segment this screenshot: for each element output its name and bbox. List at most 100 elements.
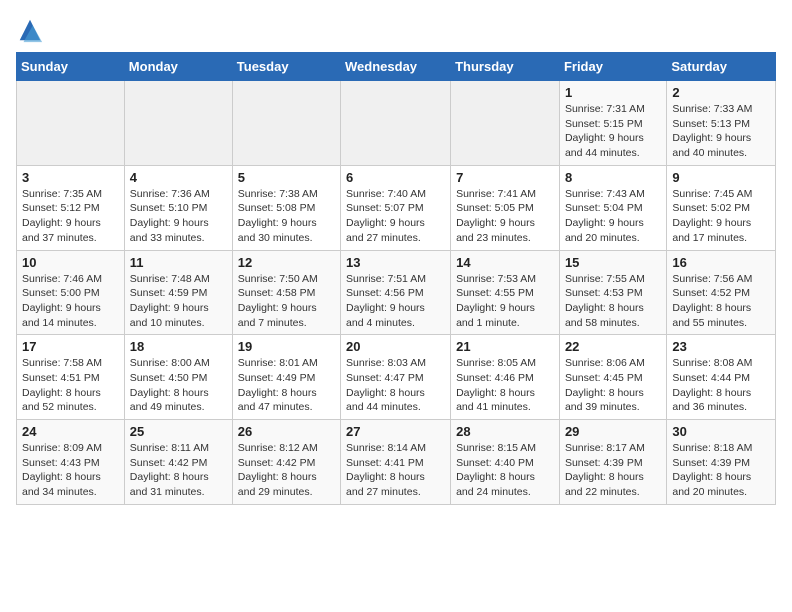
day-number: 30	[672, 424, 770, 439]
day-number: 21	[456, 339, 554, 354]
calendar-cell: 21 Sunrise: 8:05 AM Sunset: 4:46 PM Dayli…	[451, 335, 560, 420]
day-info: Sunrise: 8:01 AM Sunset: 4:49 PM Dayligh…	[238, 356, 335, 415]
day-header-wednesday: Wednesday	[341, 53, 451, 81]
day-number: 19	[238, 339, 335, 354]
calendar-cell	[232, 81, 340, 166]
day-info: Sunrise: 8:05 AM Sunset: 4:46 PM Dayligh…	[456, 356, 554, 415]
day-info: Sunrise: 7:53 AM Sunset: 4:55 PM Dayligh…	[456, 272, 554, 331]
day-number: 6	[346, 170, 445, 185]
calendar-cell: 28 Sunrise: 8:15 AM Sunset: 4:40 PM Dayli…	[451, 420, 560, 505]
calendar-week-row: 24 Sunrise: 8:09 AM Sunset: 4:43 PM Dayli…	[17, 420, 776, 505]
day-info: Sunrise: 8:09 AM Sunset: 4:43 PM Dayligh…	[22, 441, 119, 500]
calendar-header-row: SundayMondayTuesdayWednesdayThursdayFrid…	[17, 53, 776, 81]
calendar-cell: 4Sunrise: 7:36 AM Sunset: 5:10 PM Daylig…	[124, 165, 232, 250]
day-number: 16	[672, 255, 770, 270]
calendar-cell: 15Sunrise: 7:55 AM Sunset: 4:53 PM Dayli…	[559, 250, 666, 335]
day-number: 8	[565, 170, 661, 185]
day-info: Sunrise: 7:56 AM Sunset: 4:52 PM Dayligh…	[672, 272, 770, 331]
day-number: 17	[22, 339, 119, 354]
calendar-cell: 11Sunrise: 7:48 AM Sunset: 4:59 PM Dayli…	[124, 250, 232, 335]
day-number: 28	[456, 424, 554, 439]
day-number: 14	[456, 255, 554, 270]
day-info: Sunrise: 8:12 AM Sunset: 4:42 PM Dayligh…	[238, 441, 335, 500]
day-number: 23	[672, 339, 770, 354]
day-info: Sunrise: 7:31 AM Sunset: 5:15 PM Dayligh…	[565, 102, 661, 161]
calendar-week-row: 1 Sunrise: 7:31 AM Sunset: 5:15 PM Daylig…	[17, 81, 776, 166]
day-number: 27	[346, 424, 445, 439]
calendar-cell	[451, 81, 560, 166]
day-number: 10	[22, 255, 119, 270]
day-number: 24	[22, 424, 119, 439]
day-info: Sunrise: 8:15 AM Sunset: 4:40 PM Dayligh…	[456, 441, 554, 500]
day-number: 22	[565, 339, 661, 354]
calendar-cell: 3 Sunrise: 7:35 AM Sunset: 5:12 PM Daylig…	[17, 165, 125, 250]
day-info: Sunrise: 7:41 AM Sunset: 5:05 PM Dayligh…	[456, 187, 554, 246]
day-number: 15	[565, 255, 661, 270]
day-number: 5	[238, 170, 335, 185]
day-info: Sunrise: 7:51 AM Sunset: 4:56 PM Dayligh…	[346, 272, 445, 331]
day-info: Sunrise: 7:38 AM Sunset: 5:08 PM Dayligh…	[238, 187, 335, 246]
calendar-cell: 14 Sunrise: 7:53 AM Sunset: 4:55 PM Dayli…	[451, 250, 560, 335]
calendar-cell: 17 Sunrise: 7:58 AM Sunset: 4:51 PM Dayli…	[17, 335, 125, 420]
day-number: 25	[130, 424, 227, 439]
calendar-cell: 26 Sunrise: 8:12 AM Sunset: 4:42 PM Dayli…	[232, 420, 340, 505]
calendar-cell: 25 Sunrise: 8:11 AM Sunset: 4:42 PM Dayli…	[124, 420, 232, 505]
day-info: Sunrise: 7:35 AM Sunset: 5:12 PM Dayligh…	[22, 187, 119, 246]
calendar-cell: 8 Sunrise: 7:43 AM Sunset: 5:04 PM Daylig…	[559, 165, 666, 250]
day-info: Sunrise: 7:58 AM Sunset: 4:51 PM Dayligh…	[22, 356, 119, 415]
day-info: Sunrise: 7:50 AM Sunset: 4:58 PM Dayligh…	[238, 272, 335, 331]
calendar-cell: 10 Sunrise: 7:46 AM Sunset: 5:00 PM Dayli…	[17, 250, 125, 335]
day-header-sunday: Sunday	[17, 53, 125, 81]
calendar-cell	[17, 81, 125, 166]
calendar-cell: 7 Sunrise: 7:41 AM Sunset: 5:05 PM Daylig…	[451, 165, 560, 250]
header	[16, 16, 776, 44]
day-info: Sunrise: 7:46 AM Sunset: 5:00 PM Dayligh…	[22, 272, 119, 331]
calendar-week-row: 17 Sunrise: 7:58 AM Sunset: 4:51 PM Dayli…	[17, 335, 776, 420]
day-number: 9	[672, 170, 770, 185]
day-info: Sunrise: 7:40 AM Sunset: 5:07 PM Dayligh…	[346, 187, 445, 246]
calendar-cell: 22 Sunrise: 8:06 AM Sunset: 4:45 PM Dayli…	[559, 335, 666, 420]
calendar-cell: 27Sunrise: 8:14 AM Sunset: 4:41 PM Dayli…	[341, 420, 451, 505]
day-info: Sunrise: 8:17 AM Sunset: 4:39 PM Dayligh…	[565, 441, 661, 500]
day-info: Sunrise: 8:11 AM Sunset: 4:42 PM Dayligh…	[130, 441, 227, 500]
day-info: Sunrise: 7:43 AM Sunset: 5:04 PM Dayligh…	[565, 187, 661, 246]
day-number: 29	[565, 424, 661, 439]
calendar-cell	[124, 81, 232, 166]
calendar-cell	[341, 81, 451, 166]
day-info: Sunrise: 7:33 AM Sunset: 5:13 PM Dayligh…	[672, 102, 770, 161]
day-header-tuesday: Tuesday	[232, 53, 340, 81]
calendar-cell: 1 Sunrise: 7:31 AM Sunset: 5:15 PM Daylig…	[559, 81, 666, 166]
calendar-cell: 18 Sunrise: 8:00 AM Sunset: 4:50 PM Dayli…	[124, 335, 232, 420]
day-number: 26	[238, 424, 335, 439]
calendar-cell: 12Sunrise: 7:50 AM Sunset: 4:58 PM Dayli…	[232, 250, 340, 335]
day-header-thursday: Thursday	[451, 53, 560, 81]
calendar-cell: 5 Sunrise: 7:38 AM Sunset: 5:08 PM Daylig…	[232, 165, 340, 250]
calendar: SundayMondayTuesdayWednesdayThursdayFrid…	[16, 52, 776, 505]
calendar-cell: 19 Sunrise: 8:01 AM Sunset: 4:49 PM Dayli…	[232, 335, 340, 420]
day-number: 7	[456, 170, 554, 185]
calendar-cell: 24 Sunrise: 8:09 AM Sunset: 4:43 PM Dayli…	[17, 420, 125, 505]
day-header-friday: Friday	[559, 53, 666, 81]
calendar-cell: 16 Sunrise: 7:56 AM Sunset: 4:52 PM Dayli…	[667, 250, 776, 335]
day-info: Sunrise: 8:06 AM Sunset: 4:45 PM Dayligh…	[565, 356, 661, 415]
calendar-cell: 23Sunrise: 8:08 AM Sunset: 4:44 PM Dayli…	[667, 335, 776, 420]
calendar-cell: 30 Sunrise: 8:18 AM Sunset: 4:39 PM Dayli…	[667, 420, 776, 505]
day-info: Sunrise: 8:03 AM Sunset: 4:47 PM Dayligh…	[346, 356, 445, 415]
day-info: Sunrise: 7:45 AM Sunset: 5:02 PM Dayligh…	[672, 187, 770, 246]
logo-icon	[16, 16, 44, 44]
day-header-saturday: Saturday	[667, 53, 776, 81]
day-info: Sunrise: 8:18 AM Sunset: 4:39 PM Dayligh…	[672, 441, 770, 500]
day-info: Sunrise: 8:00 AM Sunset: 4:50 PM Dayligh…	[130, 356, 227, 415]
calendar-week-row: 3 Sunrise: 7:35 AM Sunset: 5:12 PM Daylig…	[17, 165, 776, 250]
day-info: Sunrise: 7:48 AM Sunset: 4:59 PM Dayligh…	[130, 272, 227, 331]
calendar-cell: 9 Sunrise: 7:45 AM Sunset: 5:02 PM Daylig…	[667, 165, 776, 250]
calendar-cell: 13Sunrise: 7:51 AM Sunset: 4:56 PM Dayli…	[341, 250, 451, 335]
day-number: 2	[672, 85, 770, 100]
day-header-monday: Monday	[124, 53, 232, 81]
calendar-cell: 20 Sunrise: 8:03 AM Sunset: 4:47 PM Dayli…	[341, 335, 451, 420]
day-number: 3	[22, 170, 119, 185]
day-number: 20	[346, 339, 445, 354]
day-number: 1	[565, 85, 661, 100]
day-number: 18	[130, 339, 227, 354]
calendar-cell: 6 Sunrise: 7:40 AM Sunset: 5:07 PM Daylig…	[341, 165, 451, 250]
